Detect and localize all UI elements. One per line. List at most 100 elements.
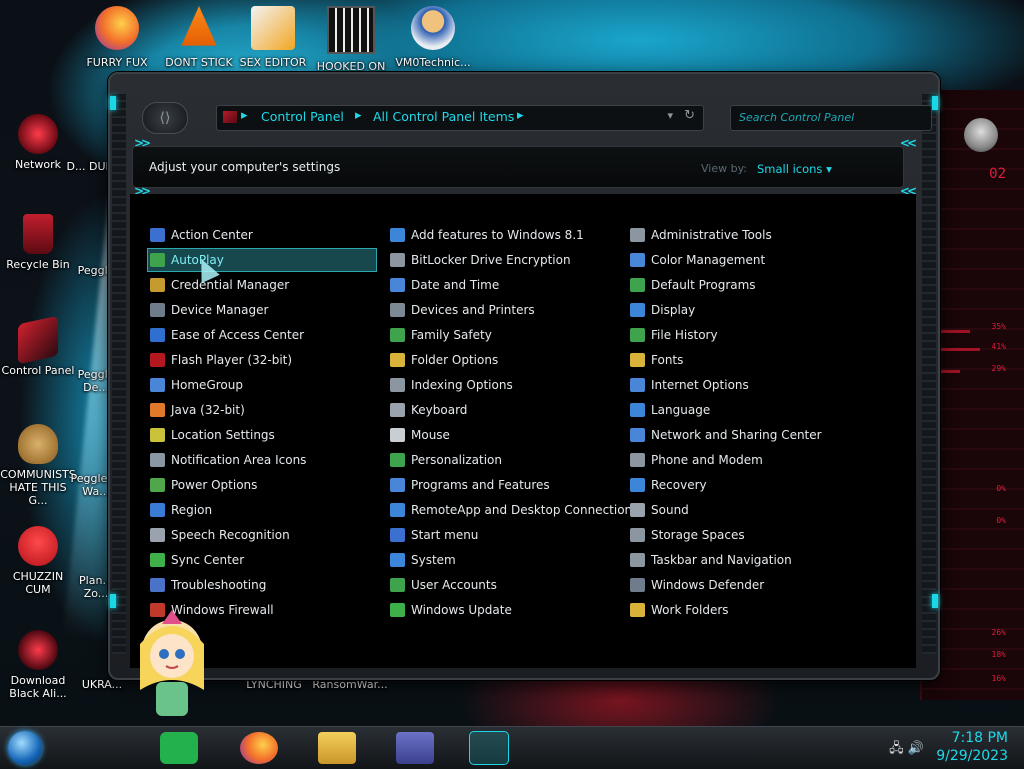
maze-game-icon [327, 6, 375, 54]
desktop-icon-network[interactable]: Network [0, 114, 76, 171]
back-arrow-icon: ⟨⟩ [159, 110, 171, 126]
cp-item-folder-options[interactable]: Folder Options [388, 349, 498, 371]
cp-item-windows-defender[interactable]: Windows Defender [628, 574, 764, 596]
cp-item-device-manager[interactable]: Device Manager [148, 299, 268, 321]
address-dropdown-icon[interactable]: ▾ [667, 109, 673, 122]
cp-item-label: BitLocker Drive Encryption [411, 253, 571, 267]
cp-item-autoplay[interactable]: AutoPlay [147, 248, 377, 272]
desktop-icon-label: VM0Technic... [395, 56, 471, 69]
cp-item-mouse[interactable]: Mouse [388, 424, 450, 446]
desktop-icon-download-black-ali[interactable]: Download Black Ali... [0, 630, 76, 700]
cp-item-homegroup[interactable]: HomeGroup [148, 374, 243, 396]
cp-item-network-and-sharing-center[interactable]: Network and Sharing Center [628, 424, 822, 446]
color-management-icon [630, 253, 645, 267]
cp-item-family-safety[interactable]: Family Safety [388, 324, 492, 346]
breadcrumb-control-panel[interactable]: Control Panel [261, 109, 344, 124]
cp-item-devices-and-printers[interactable]: Devices and Printers [388, 299, 535, 321]
cp-item-windows-update[interactable]: Windows Update [388, 599, 512, 621]
recovery-icon [630, 478, 645, 492]
user-accounts-icon [390, 578, 405, 592]
refresh-icon[interactable]: ↻ [684, 108, 695, 123]
desktop-icon-vm0technic[interactable]: VM0Technic... [392, 6, 474, 69]
cp-item-user-accounts[interactable]: User Accounts [388, 574, 497, 596]
cp-item-add-features-to-windows-8-1[interactable]: Add features to Windows 8.1 [388, 224, 584, 246]
taskbar-control-panel-icon[interactable] [469, 731, 509, 765]
cp-item-date-and-time[interactable]: Date and Time [388, 274, 499, 296]
cp-item-credential-manager[interactable]: Credential Manager [148, 274, 289, 296]
cp-item-label: Region [171, 503, 213, 517]
cp-item-bitlocker-drive-encryption[interactable]: BitLocker Drive Encryption [388, 249, 571, 271]
taskbar-id-card-app-icon[interactable] [396, 732, 434, 764]
desktop-icon-hooked-on[interactable]: HOOKED ON [310, 6, 392, 73]
flash-player-32-bit-icon [150, 353, 165, 367]
cp-item-label: Date and Time [411, 278, 500, 292]
cp-item-action-center[interactable]: Action Center [148, 224, 253, 246]
cp-item-label: System [411, 553, 456, 567]
cp-item-region[interactable]: Region [148, 499, 212, 521]
cp-item-notification-area-icons[interactable]: Notification Area Icons [148, 449, 306, 471]
cp-item-default-programs[interactable]: Default Programs [628, 274, 756, 296]
breadcrumb-all-items[interactable]: All Control Panel Items [373, 109, 514, 124]
region-icon [150, 503, 165, 517]
cp-item-taskbar-and-navigation[interactable]: Taskbar and Navigation [628, 549, 792, 571]
desktop-icon-sex-editor[interactable]: SEX EDITOR [232, 6, 314, 69]
desktop-icon-furry-fux[interactable]: FURRY FUX [76, 6, 158, 69]
cp-item-label: Power Options [171, 478, 258, 492]
cp-item-system[interactable]: System [388, 549, 456, 571]
cp-item-label: Credential Manager [171, 278, 290, 292]
taskbar-file-explorer-icon[interactable] [318, 732, 356, 764]
network-and-sharing-center-icon [630, 428, 645, 442]
cp-item-personalization[interactable]: Personalization [388, 449, 502, 471]
cp-item-fonts[interactable]: Fonts [628, 349, 683, 371]
cp-item-power-options[interactable]: Power Options [148, 474, 257, 496]
desktop-icon-recycle-bin[interactable]: Recycle Bin [0, 214, 76, 271]
cp-item-work-folders[interactable]: Work Folders [628, 599, 729, 621]
desktop-icon-chuzzin-cum[interactable]: CHUZZIN CUM [0, 526, 76, 596]
address-bar[interactable]: ▸ Control Panel ▸ All Control Panel Item… [216, 105, 704, 131]
cp-item-flash-player-32-bit[interactable]: Flash Player (32-bit) [148, 349, 292, 371]
cp-item-internet-options[interactable]: Internet Options [628, 374, 749, 396]
volume-icon[interactable]: 🔊 [908, 741, 924, 756]
cp-item-sync-center[interactable]: Sync Center [148, 549, 244, 571]
cp-item-file-history[interactable]: File History [628, 324, 718, 346]
cp-item-recovery[interactable]: Recovery [628, 474, 707, 496]
cp-item-language[interactable]: Language [628, 399, 710, 421]
personalization-icon [390, 453, 405, 467]
cp-item-keyboard[interactable]: Keyboard [388, 399, 467, 421]
search-input[interactable]: Search Control Panel [730, 105, 932, 131]
view-by-dropdown[interactable]: Small icons ▾ [757, 162, 832, 176]
cp-item-location-settings[interactable]: Location Settings [148, 424, 275, 446]
cp-item-ease-of-access-center[interactable]: Ease of Access Center [148, 324, 304, 346]
cp-item-indexing-options[interactable]: Indexing Options [388, 374, 513, 396]
cp-item-remoteapp-and-desktop-connections[interactable]: RemoteApp and Desktop Connections [388, 499, 638, 521]
cp-item-speech-recognition[interactable]: Speech Recognition [148, 524, 290, 546]
desktop-icon-dont-stick[interactable]: DONT STICK [158, 6, 240, 69]
cp-item-start-menu[interactable]: Start menu [388, 524, 478, 546]
desktop-icon-communists[interactable]: COMMUNISTS HATE THIS G... [0, 424, 76, 507]
desktop-icon-label: Download Black Ali... [9, 674, 67, 700]
desktop-icon-control-panel[interactable]: Control Panel [0, 315, 76, 377]
taskbar-notes-app-icon[interactable] [160, 732, 198, 764]
cp-item-java-32-bit[interactable]: Java (32-bit) [148, 399, 245, 421]
cp-item-label: Windows Defender [651, 578, 765, 592]
taskbar-firefox-icon[interactable] [240, 732, 278, 764]
cp-item-sound[interactable]: Sound [628, 499, 689, 521]
back-forward-button[interactable]: ⟨⟩ [142, 102, 188, 134]
cp-item-label: Folder Options [411, 353, 499, 367]
desktop-icon-label: FURRY FUX [86, 56, 148, 69]
cp-item-color-management[interactable]: Color Management [628, 249, 765, 271]
hud-pct-6: 18% [991, 650, 1006, 659]
date-and-time-icon [390, 278, 405, 292]
cp-item-troubleshooting[interactable]: Troubleshooting [148, 574, 266, 596]
network-tray-icon[interactable]: 🖧 [889, 741, 904, 756]
cp-item-phone-and-modem[interactable]: Phone and Modem [628, 449, 763, 471]
start-button[interactable] [8, 731, 42, 765]
cp-item-storage-spaces[interactable]: Storage Spaces [628, 524, 745, 546]
cp-item-label: Display [651, 303, 696, 317]
cp-item-display[interactable]: Display [628, 299, 695, 321]
cp-item-programs-and-features[interactable]: Programs and Features [388, 474, 550, 496]
cp-item-administrative-tools[interactable]: Administrative Tools [628, 224, 772, 246]
taskbar-clock[interactable]: 7:18 PM 9/29/2023 [936, 729, 1008, 765]
desktop-icon-label: COMMUNISTS HATE THIS G... [0, 468, 76, 507]
windows-defender-icon [630, 578, 645, 592]
